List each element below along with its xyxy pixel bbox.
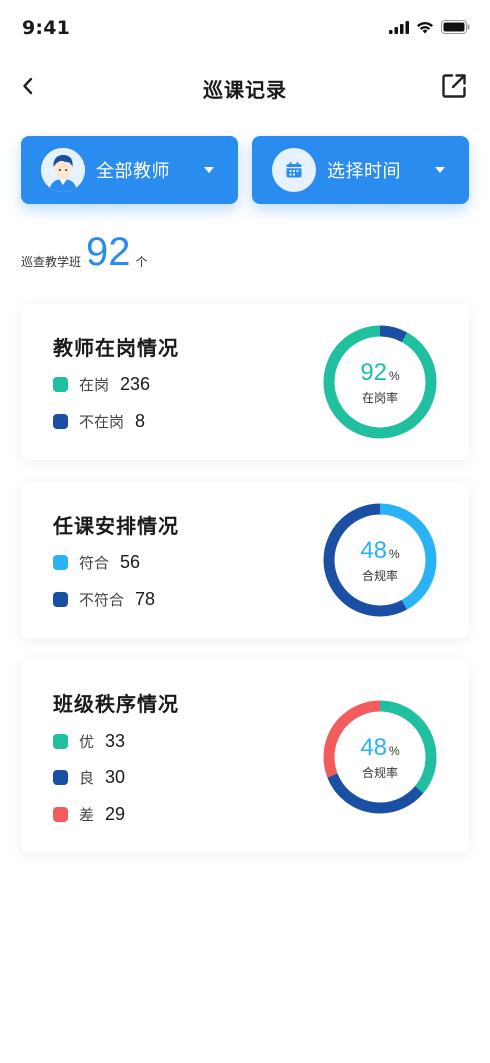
share-button[interactable] (438, 70, 470, 102)
donut-percent-sign: % (389, 546, 400, 561)
legend-value: 29 (105, 804, 126, 824)
legend-swatch (53, 807, 68, 822)
legend-item: 良 30 (53, 767, 125, 788)
legend-swatch (53, 414, 68, 429)
donut-percent-sign: % (389, 368, 400, 383)
card-title: 任课安排情况 (53, 514, 179, 538)
wifi-icon (417, 21, 433, 33)
donut-percent-sign: % (389, 743, 400, 758)
legend-value: 8 (135, 411, 146, 431)
compliance-donut: 48 % 合规率 (321, 501, 439, 619)
battery-icon (441, 20, 470, 34)
order-donut: 48 % 合规率 (321, 698, 439, 816)
summary-value: 92 (86, 230, 131, 274)
legend-item: 不符合 78 (53, 589, 155, 610)
course-arrangement-card[interactable]: 任课安排情况 符合 56 不符合 78 48 % 合规率 (21, 482, 469, 638)
legend-value: 30 (105, 767, 126, 787)
legend-value: 236 (120, 374, 151, 394)
card-title: 班级秩序情况 (53, 692, 179, 716)
legend-label: 不在岗 (79, 413, 125, 431)
legend-label: 良 (79, 769, 95, 787)
attendance-donut: 92 % 在岗率 (321, 323, 439, 441)
time-filter-label: 选择时间 (327, 161, 401, 182)
card-title: 教师在岗情况 (53, 336, 179, 360)
legend-value: 56 (120, 552, 141, 572)
legend-item: 差 29 (53, 804, 125, 825)
donut-sublabel: 合规率 (361, 568, 398, 583)
teacher-filter-label: 全部教师 (96, 161, 170, 182)
donut-sublabel: 合规率 (361, 765, 398, 780)
teacher-filter-button[interactable]: 全部教师 (21, 136, 238, 204)
calendar-icon (286, 162, 302, 178)
legend-item: 不在岗 8 (53, 411, 145, 432)
cellular-signal-icon (389, 20, 409, 34)
status-time: 9:41 (22, 17, 71, 39)
caret-down-icon (204, 167, 214, 173)
nav-bar: 巡课记录 (0, 60, 490, 116)
legend-value: 78 (135, 589, 156, 609)
legend-swatch (53, 592, 68, 607)
donut-percent: 48 % (360, 734, 399, 762)
external-link-icon (442, 74, 466, 98)
summary-label: 巡查教学班 (21, 255, 82, 269)
donut-sublabel: 在岗率 (361, 390, 398, 405)
legend-label: 在岗 (79, 376, 110, 394)
legend-value: 33 (105, 731, 126, 751)
donut-center: 48 % 合规率 (321, 501, 439, 619)
time-filter-button[interactable]: 选择时间 (252, 136, 469, 204)
page-title: 巡课记录 (203, 78, 287, 102)
legend-item: 符合 56 (53, 552, 140, 573)
donut-percent-value: 92 (360, 358, 388, 386)
legend-swatch (53, 734, 68, 749)
legend-item: 在岗 236 (53, 374, 150, 395)
status-icons (389, 20, 470, 34)
caret-down-icon (435, 167, 445, 173)
legend-swatch (53, 377, 68, 392)
donut-percent: 92 % (360, 359, 399, 387)
avatar (41, 148, 85, 192)
donut-percent-value: 48 (360, 733, 388, 761)
class-count-summary: 巡查教学班 92 个 (21, 230, 148, 274)
donut-percent-value: 48 (360, 536, 388, 564)
legend-swatch (53, 770, 68, 785)
donut-center: 92 % 在岗率 (321, 323, 439, 441)
teacher-avatar-icon (41, 148, 85, 192)
legend-swatch (53, 555, 68, 570)
legend-label: 不符合 (79, 591, 125, 609)
donut-center: 48 % 合规率 (321, 698, 439, 816)
summary-unit: 个 (135, 255, 148, 269)
donut-percent: 48 % (360, 537, 399, 565)
legend-label: 优 (79, 733, 95, 751)
legend-label: 差 (79, 806, 95, 824)
calendar-icon-wrap (272, 148, 316, 192)
teacher-attendance-card[interactable]: 教师在岗情况 在岗 236 不在岗 8 92 % 在岗率 (21, 304, 469, 460)
legend-item: 优 33 (53, 731, 125, 752)
status-bar: 9:41 (0, 0, 490, 60)
class-order-card[interactable]: 班级秩序情况 优 33 良 30 差 29 48 % 合规率 (21, 660, 469, 853)
legend-label: 符合 (79, 554, 110, 572)
